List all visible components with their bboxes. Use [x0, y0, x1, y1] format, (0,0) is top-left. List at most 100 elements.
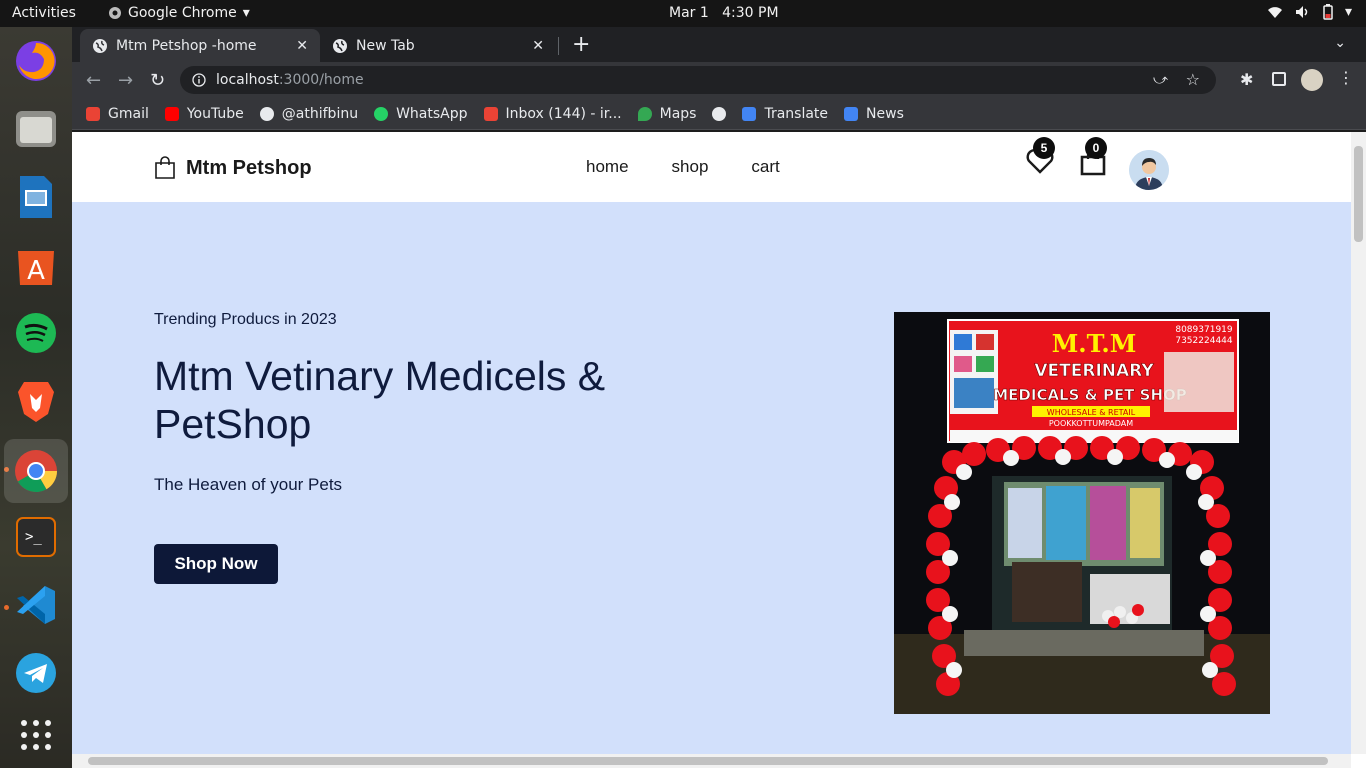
maps-pin-icon — [637, 106, 652, 121]
tab-search-button[interactable]: ⌄ — [1334, 35, 1346, 51]
shop-front-photo: M.T.M VETERINARY MEDICALS & PET SHOP WHO… — [894, 312, 1270, 714]
activities-button[interactable]: Activities — [12, 5, 76, 21]
app-menu[interactable]: Google Chrome ▾ — [108, 5, 250, 21]
bookmark-star-icon[interactable]: ☆ — [1186, 70, 1200, 89]
user-avatar[interactable] — [1129, 150, 1169, 190]
bookmark-youtube[interactable]: YouTube — [164, 106, 244, 122]
vscode-icon[interactable] — [12, 581, 60, 629]
clock[interactable]: Mar 1 4:30 PM — [669, 5, 779, 21]
bookmark-gmail[interactable]: Gmail — [86, 106, 149, 122]
hero-title: Mtm Vetinary Medicels & PetShop — [154, 353, 606, 447]
tab-strip: Mtm Petshop -home ✕ New Tab ✕ + ⌄ — [72, 27, 1366, 62]
url-host: localhost — [216, 72, 279, 88]
bookmark-inbox[interactable]: Inbox (144) - ir... — [483, 106, 622, 122]
nav-cart[interactable]: cart — [751, 157, 779, 177]
svg-text:POOKKOTTUMPADAM: POOKKOTTUMPADAM — [1049, 419, 1133, 428]
brave-icon[interactable] — [12, 377, 60, 425]
url-path: :3000/home — [278, 72, 364, 88]
svg-text:M.T.M: M.T.M — [1052, 329, 1137, 358]
svg-text:A: A — [27, 256, 45, 286]
gmail-icon — [86, 106, 100, 121]
nav-shop[interactable]: shop — [672, 157, 709, 177]
tab-divider — [558, 37, 559, 55]
back-button[interactable]: ← — [86, 70, 101, 91]
horizontal-scrollbar[interactable] — [72, 754, 1351, 768]
bookmark-maps[interactable]: Maps — [637, 106, 696, 122]
battery-icon — [1323, 4, 1333, 20]
cart-count-badge: 0 — [1085, 137, 1107, 159]
share-icon[interactable]: ⤻ — [1153, 72, 1168, 88]
hero-kicker: Trending Producs in 2023 — [154, 311, 337, 328]
tab-mtm-petshop[interactable]: Mtm Petshop -home ✕ — [80, 29, 320, 62]
globe-icon — [712, 106, 727, 121]
vertical-scrollbar[interactable] — [1351, 132, 1366, 754]
wishlist-count-badge: 5 — [1033, 137, 1055, 159]
scrollbar-thumb[interactable] — [1354, 146, 1363, 242]
side-panel-icon[interactable] — [1272, 72, 1286, 86]
close-tab-icon[interactable]: ✕ — [532, 38, 544, 54]
shop-front-illustration: M.T.M VETERINARY MEDICALS & PET SHOP WHO… — [894, 312, 1270, 714]
reload-button[interactable]: ↻ — [150, 70, 165, 91]
news-icon — [844, 106, 859, 121]
firefox-icon[interactable] — [12, 37, 60, 85]
spotify-icon[interactable] — [12, 309, 60, 357]
globe-icon — [93, 38, 107, 53]
gmail-icon — [483, 106, 498, 121]
files-icon[interactable] — [12, 105, 60, 153]
svg-text:8089371919: 8089371919 — [1175, 325, 1233, 335]
main-nav: home shop cart — [586, 157, 780, 177]
profile-avatar[interactable] — [1301, 69, 1323, 91]
translate-icon — [742, 106, 757, 121]
shop-now-button[interactable]: Shop Now — [154, 544, 278, 584]
site-header: Mtm Petshop home shop cart 5 0 — [72, 132, 1351, 202]
close-tab-icon[interactable]: ✕ — [296, 38, 308, 54]
globe-icon — [333, 38, 347, 53]
page-viewport: Mtm Petshop home shop cart 5 0 Trending … — [72, 132, 1366, 768]
bookmark-translate[interactable]: Translate — [742, 106, 828, 122]
terminal-icon[interactable]: >_ — [12, 513, 60, 561]
tab-title: Mtm Petshop -home — [116, 37, 257, 54]
bookmark-athifbinu[interactable]: @athifbinu — [259, 106, 358, 122]
dock: A >_ — [0, 27, 72, 768]
svg-text:7352224444: 7352224444 — [1175, 336, 1233, 346]
chrome-small-icon — [109, 7, 121, 19]
volume-icon — [1295, 6, 1308, 18]
app-center-icon[interactable]: A — [12, 241, 60, 289]
site-logo[interactable]: Mtm Petshop — [154, 156, 312, 180]
cart-button[interactable]: 0 — [1079, 137, 1107, 180]
chevron-down-icon: ▾ — [242, 5, 250, 21]
bookmark-globe[interactable] — [712, 106, 727, 121]
new-tab-button[interactable]: + — [572, 32, 590, 57]
chevron-down-icon: ▾ — [1344, 4, 1352, 20]
system-tray[interactable]: ▾ — [1267, 4, 1352, 20]
app-menu-label: Google Chrome — [128, 5, 237, 21]
svg-text:WHOLESALE & RETAIL: WHOLESALE & RETAIL — [1047, 408, 1136, 417]
scrollbar-thumb[interactable] — [88, 757, 1328, 765]
svg-text:VETERINARY: VETERINARY — [1034, 361, 1154, 381]
show-applications-icon[interactable] — [12, 711, 60, 759]
forward-button[interactable]: → — [118, 70, 133, 91]
info-icon — [192, 73, 206, 87]
tab-new-tab[interactable]: New Tab ✕ — [320, 29, 556, 62]
hero-section: Trending Producs in 2023 Mtm Vetinary Me… — [72, 202, 1351, 754]
bookmark-news[interactable]: News — [844, 106, 904, 122]
svg-text:MEDICALS & PET SHOP: MEDICALS & PET SHOP — [993, 386, 1187, 404]
bookmark-whatsapp[interactable]: WhatsApp — [374, 106, 468, 122]
telegram-icon[interactable] — [12, 649, 60, 697]
youtube-icon — [164, 106, 179, 121]
bookmarks-bar: Gmail YouTube @athifbinu WhatsApp Inbox … — [72, 98, 1366, 130]
menu-kebab-icon[interactable]: ⋮ — [1338, 68, 1354, 87]
wishlist-button[interactable]: 5 — [1026, 137, 1055, 178]
extensions-icon[interactable]: ✱ — [1240, 70, 1253, 89]
system-top-bar: Activities Google Chrome ▾ Mar 1 4:30 PM… — [0, 0, 1366, 27]
nav-home[interactable]: home — [586, 157, 629, 177]
brand-name: Mtm Petshop — [186, 156, 312, 179]
running-indicator — [4, 605, 9, 610]
libreoffice-impress-icon[interactable] — [12, 173, 60, 221]
wifi-icon — [1267, 7, 1282, 18]
whatsapp-icon — [374, 106, 389, 121]
svg-text:>_: >_ — [25, 529, 42, 545]
address-bar[interactable]: localhost:3000/home ⤻ ☆ — [180, 66, 1216, 94]
browser-toolbar: ← → ↻ localhost:3000/home ⤻ ☆ ✱ ⋮ — [72, 62, 1366, 98]
google-chrome-icon[interactable] — [4, 439, 68, 503]
